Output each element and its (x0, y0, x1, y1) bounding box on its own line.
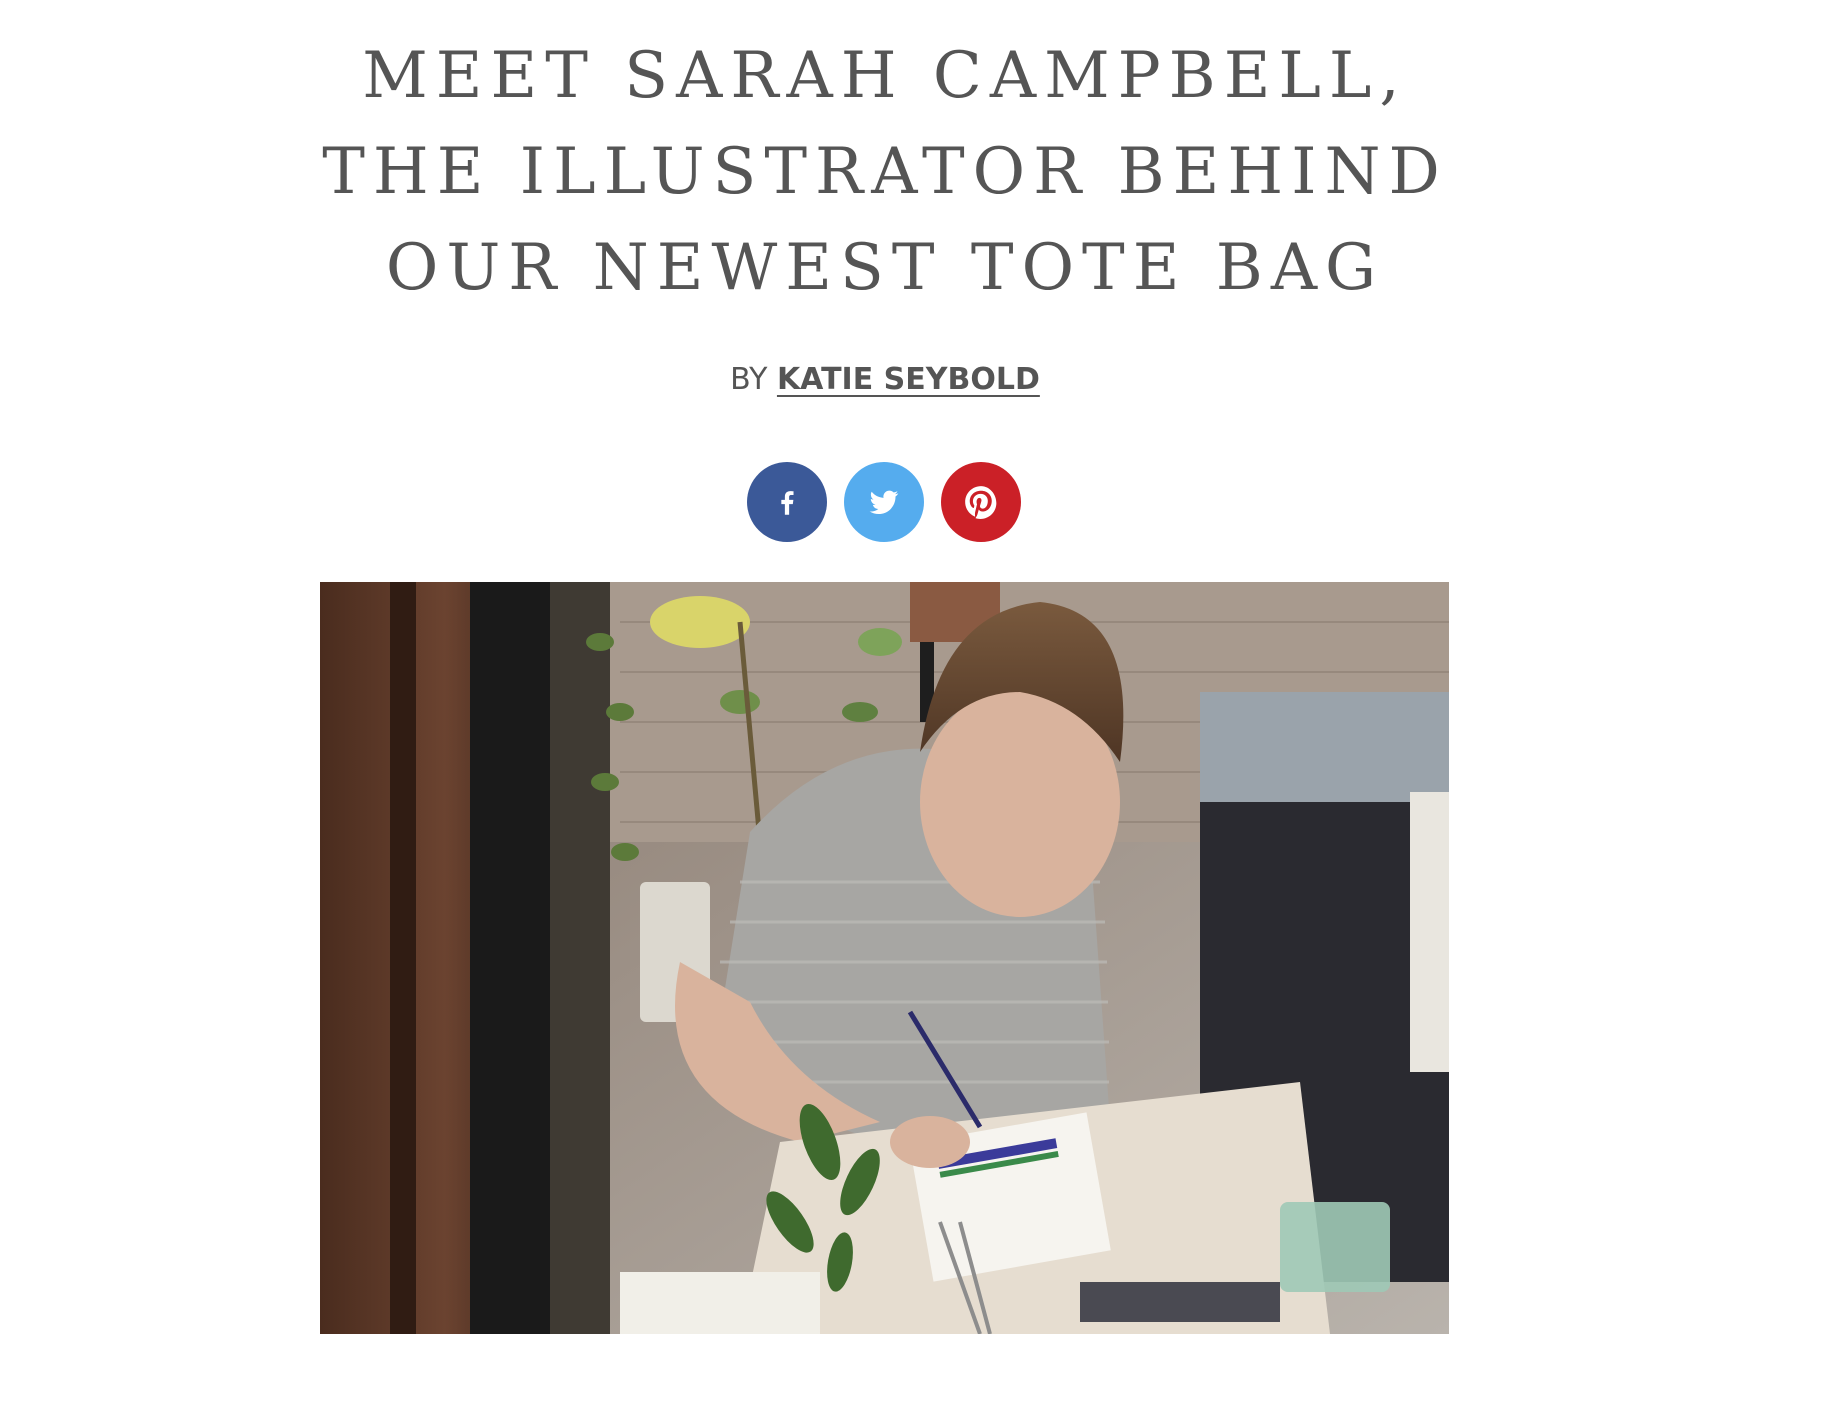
byline: BY KATIE SEYBOLD (0, 362, 1770, 397)
hero-image (320, 582, 1449, 1334)
facebook-share-button[interactable] (747, 462, 827, 542)
twitter-share-button[interactable] (844, 462, 924, 542)
author-link[interactable]: KATIE SEYBOLD (777, 362, 1040, 397)
share-buttons (747, 462, 1021, 542)
twitter-icon (867, 485, 901, 519)
pinterest-icon (962, 483, 1000, 521)
article-title: MEET SARAH CAMPBELL, THE ILLUSTRATOR BEH… (322, 39, 1448, 305)
facebook-icon (770, 485, 804, 519)
pinterest-share-button[interactable] (941, 462, 1021, 542)
byline-prefix: BY (730, 362, 768, 397)
